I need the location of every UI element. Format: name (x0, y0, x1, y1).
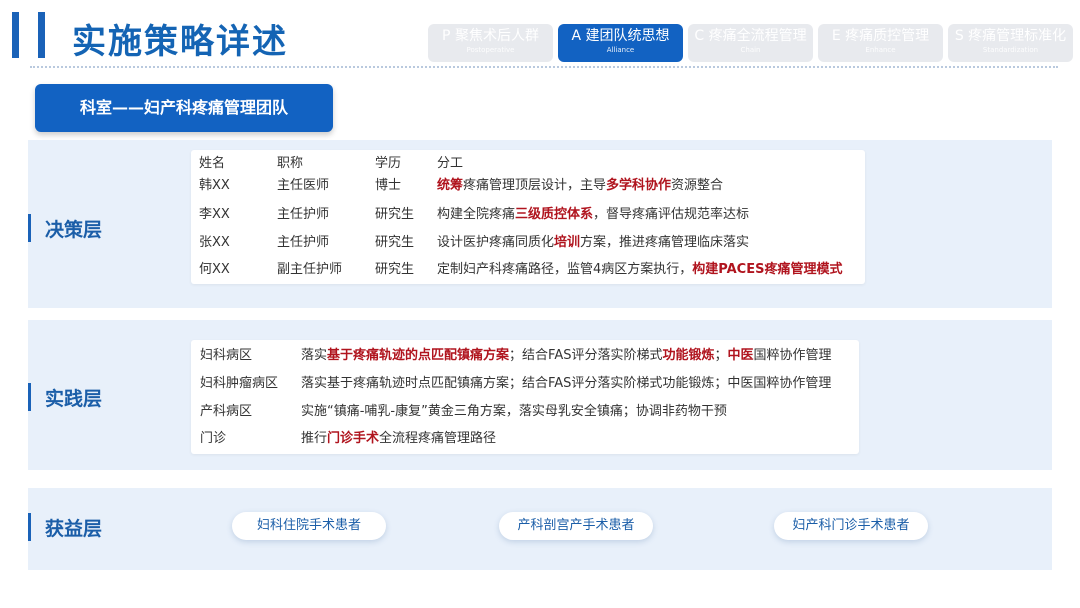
plan-text: ；结合FAS评分落实阶梯式 (509, 348, 663, 363)
benefit-layer-panel: 获益层 妇科住院手术患者 产科剖宫产手术患者 妇产科门诊手术患者 (28, 488, 1052, 570)
tab-label: P 聚焦术后人群 (442, 28, 539, 44)
header-accent-bar (12, 12, 19, 58)
duty-text: 资源整合 (671, 178, 724, 193)
member-title: 主任护师 (277, 235, 330, 250)
member-name: 何XX (199, 262, 230, 277)
member-edu: 研究生 (375, 262, 415, 277)
tab-label: C 疼痛全流程管理 (694, 28, 807, 44)
practice-layer-panel: 实践层 妇科病区 落实基于疼痛轨迹的点匹配镇痛方案；结合FAS评分落实阶梯式功能… (28, 320, 1052, 470)
table-row: 妇科病区 落实基于疼痛轨迹的点匹配镇痛方案；结合FAS评分落实阶梯式功能锻炼；中… (191, 342, 859, 370)
benefit-pill: 产科剖宫产手术患者 (499, 512, 653, 540)
member-edu: 研究生 (375, 207, 415, 222)
layer-title: 获益层 (45, 517, 103, 540)
ward-name: 产科病区 (200, 404, 253, 419)
duty-highlight: 三级质控体系 (515, 207, 594, 222)
tab-label: S 疼痛管理标准化 (954, 28, 1067, 44)
table-row: 李XX 主任护师 研究生 构建全院疼痛三级质控体系，督导疼痛评估规范率达标 (191, 201, 865, 229)
tab-chain[interactable]: C 疼痛全流程管理 Chain (688, 24, 813, 62)
benefit-layer-label: 获益层 (28, 513, 102, 541)
table-row: 产科病区 实施“镇痛-哺乳-康复”黄金三角方案，落实母乳安全镇痛；协调非药物干预 (191, 398, 859, 426)
plan-text: ； (714, 348, 728, 363)
duty-text: 构建全院疼痛 (437, 207, 516, 222)
ward-name: 妇科肿瘤病区 (200, 376, 279, 391)
plan-text: 落实 (301, 348, 328, 363)
plan-highlight: 中医 (727, 348, 754, 363)
section-title-button: 科室——妇产科疼痛管理团队 (35, 84, 333, 132)
duty-text: 疼痛管理顶层设计，主导 (463, 178, 607, 193)
duty-highlight: 统筹 (437, 178, 464, 193)
duty-text: 方案，推进疼痛管理临床落实 (580, 235, 750, 250)
duty-highlight: 构建PACES疼痛管理模式 (692, 262, 843, 277)
tab-sublabel: Standardization (982, 46, 1039, 54)
tab-sublabel: Enhance (865, 46, 896, 54)
ward-plan: 实施“镇痛-哺乳-康复”黄金三角方案，落实母乳安全镇痛；协调非药物干预 (301, 398, 727, 426)
tab-alliance[interactable]: A 建团队统思想 Alliance (558, 24, 683, 62)
member-title: 主任医师 (277, 178, 330, 193)
plan-text: 落实基于疼痛轨迹时点匹配镇痛方案；结合FAS评分落实阶梯式功能锻炼；中医国粹协作… (301, 376, 832, 391)
duty-text: 定制妇产科疼痛路径，监管4病区方案执行， (437, 262, 693, 277)
plan-text: 全流程疼痛管理路径 (379, 431, 497, 446)
duty-text: ，督导疼痛评估规范率达标 (593, 207, 750, 222)
benefit-pill: 妇产科门诊手术患者 (774, 512, 928, 540)
ward-name: 妇科病区 (200, 348, 253, 363)
tab-sublabel: Postoperative (466, 46, 515, 54)
plan-highlight: 功能锻炼 (662, 348, 715, 363)
tab-standardization[interactable]: S 疼痛管理标准化 Standardization (948, 24, 1073, 62)
layer-title: 决策层 (45, 218, 103, 241)
plan-text: 推行 (301, 431, 328, 446)
plan-text: 实施“镇痛-哺乳-康复”黄金三角方案，落实母乳安全镇痛；协调非药物干预 (301, 404, 727, 419)
tab-sublabel: Alliance (606, 46, 635, 54)
member-duty: 定制妇产科疼痛路径，监管4病区方案执行，构建PACES疼痛管理模式 (437, 256, 842, 284)
member-duty: 构建全院疼痛三级质控体系，督导疼痛评估规范率达标 (437, 201, 749, 229)
tab-label: A 建团队统思想 (571, 28, 670, 44)
member-name: 李XX (199, 207, 230, 222)
header-accent-bar (38, 12, 45, 58)
tab-enhance[interactable]: E 疼痛质控管理 Enhance (818, 24, 943, 62)
table-row: 门诊 推行门诊手术全流程疼痛管理路径 (191, 425, 859, 453)
table-row: 何XX 副主任护师 研究生 定制妇产科疼痛路径，监管4病区方案执行，构建PACE… (191, 256, 865, 284)
member-duty: 统筹疼痛管理顶层设计，主导多学科协作资源整合 (437, 172, 723, 200)
label-accent-bar (28, 214, 31, 242)
plan-text: 国粹协作管理 (753, 348, 832, 363)
tab-bar: P 聚焦术后人群 Postoperative A 建团队统思想 Alliance… (428, 24, 1073, 62)
practice-layer-label: 实践层 (28, 383, 102, 411)
plan-highlight: 基于疼痛轨迹的点匹配镇痛方案 (327, 348, 510, 363)
duty-highlight: 多学科协作 (606, 178, 672, 193)
tab-label: E 疼痛质控管理 (831, 28, 930, 44)
dotted-divider (30, 66, 1058, 68)
page-title: 实施策略详述 (72, 22, 288, 62)
table-row: 韩XX 主任医师 博士 统筹疼痛管理顶层设计，主导多学科协作资源整合 (191, 172, 865, 200)
member-title: 主任护师 (277, 207, 330, 222)
label-accent-bar (28, 383, 31, 411)
label-accent-bar (28, 513, 31, 541)
practice-table: 妇科病区 落实基于疼痛轨迹的点匹配镇痛方案；结合FAS评分落实阶梯式功能锻炼；中… (191, 340, 859, 454)
decision-layer-panel: 决策层 姓名 职称 学历 分工 韩XX 主任医师 博士 统筹疼痛管理顶层设计，主… (28, 140, 1052, 308)
member-edu: 研究生 (375, 235, 415, 250)
ward-plan: 落实基于疼痛轨迹的点匹配镇痛方案；结合FAS评分落实阶梯式功能锻炼；中医国粹协作… (301, 342, 832, 370)
ward-plan: 推行门诊手术全流程疼痛管理路径 (301, 425, 496, 453)
duty-text: 设计医护疼痛同质化 (437, 235, 555, 250)
layer-title: 实践层 (45, 387, 103, 410)
team-table: 姓名 职称 学历 分工 韩XX 主任医师 博士 统筹疼痛管理顶层设计，主导多学科… (191, 150, 865, 284)
member-edu: 博士 (375, 178, 402, 193)
decision-layer-label: 决策层 (28, 214, 102, 242)
member-name: 张XX (199, 235, 230, 250)
table-row: 妇科肿瘤病区 落实基于疼痛轨迹时点匹配镇痛方案；结合FAS评分落实阶梯式功能锻炼… (191, 370, 859, 398)
member-name: 韩XX (199, 178, 230, 193)
duty-highlight: 培训 (554, 235, 581, 250)
ward-name: 门诊 (200, 431, 227, 446)
tab-postoperative[interactable]: P 聚焦术后人群 Postoperative (428, 24, 553, 62)
table-row: 张XX 主任护师 研究生 设计医护疼痛同质化培训方案，推进疼痛管理临床落实 (191, 229, 865, 257)
plan-highlight: 门诊手术 (327, 431, 380, 446)
benefit-pill: 妇科住院手术患者 (232, 512, 386, 540)
tab-sublabel: Chain (740, 46, 761, 54)
member-duty: 设计医护疼痛同质化培训方案，推进疼痛管理临床落实 (437, 229, 749, 257)
member-title: 副主任护师 (277, 262, 343, 277)
ward-plan: 落实基于疼痛轨迹时点匹配镇痛方案；结合FAS评分落实阶梯式功能锻炼；中医国粹协作… (301, 370, 831, 398)
